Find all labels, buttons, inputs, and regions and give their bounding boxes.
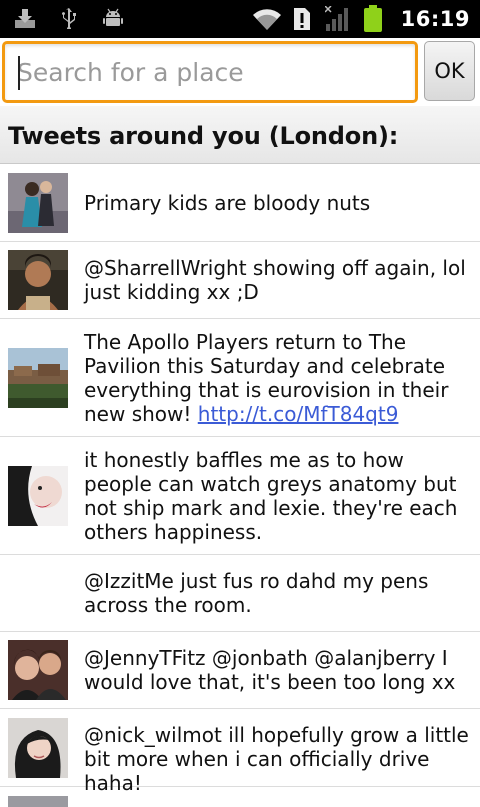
tweet-text: @IzzitMe just fus ro dahd my pens across… (84, 569, 429, 617)
list-item[interactable]: @IzzitMe just fus ro dahd my pens across… (0, 555, 480, 632)
tweet-text: @nick_wilmot ill hopefully grow a little… (84, 723, 469, 795)
avatar (8, 466, 68, 526)
list-item[interactable]: @nick_wilmot ill hopefully grow a little… (0, 709, 480, 795)
tweet-text: @JennyTFitz @jonbath @alanjberry I would… (84, 646, 456, 694)
tweet-text: @SharrellWright showing off again, lol j… (84, 256, 466, 304)
ok-button[interactable]: OK (424, 41, 475, 101)
avatar (8, 173, 68, 233)
search-input[interactable] (17, 52, 402, 92)
avatar (8, 348, 68, 408)
list-item[interactable] (0, 787, 480, 807)
tweet-text: it honestly baffles me as to how people … (84, 448, 458, 544)
avatar (8, 718, 68, 778)
page-title: Tweets around you (London): (8, 122, 399, 150)
tweet-link[interactable]: http://t.co/MfT84qt9 (198, 402, 399, 426)
tweet-text: The Apollo Players return to The Pavilio… (84, 330, 474, 426)
status-clock: 16:19 (400, 7, 470, 31)
signal-icon (324, 6, 348, 31)
download-icon (15, 9, 35, 28)
avatar (8, 250, 68, 310)
tweet-list[interactable]: Primary kids are bloody nuts @SharrellWr… (0, 164, 480, 807)
tweet-text: Primary kids are bloody nuts (84, 191, 371, 215)
avatar (8, 640, 68, 700)
status-bar: 16:19 (0, 0, 480, 38)
list-item[interactable]: Primary kids are bloody nuts (0, 164, 480, 242)
list-item[interactable]: The Apollo Players return to The Pavilio… (0, 319, 480, 437)
list-item[interactable]: @SharrellWright showing off again, lol j… (0, 242, 480, 319)
battery-icon (363, 5, 382, 32)
avatar (8, 796, 68, 807)
search-bar: OK (0, 38, 480, 106)
usb-icon (62, 8, 76, 29)
search-field-frame[interactable] (2, 41, 418, 103)
android-debug-icon (103, 8, 123, 26)
sim-alert-icon (293, 8, 310, 30)
list-item[interactable]: it honestly baffles me as to how people … (0, 437, 480, 555)
list-item[interactable]: @JennyTFitz @jonbath @alanjberry I would… (0, 632, 480, 709)
text-cursor (18, 56, 20, 90)
section-header: Tweets around you (London): (0, 106, 480, 164)
wifi-icon (252, 9, 281, 31)
